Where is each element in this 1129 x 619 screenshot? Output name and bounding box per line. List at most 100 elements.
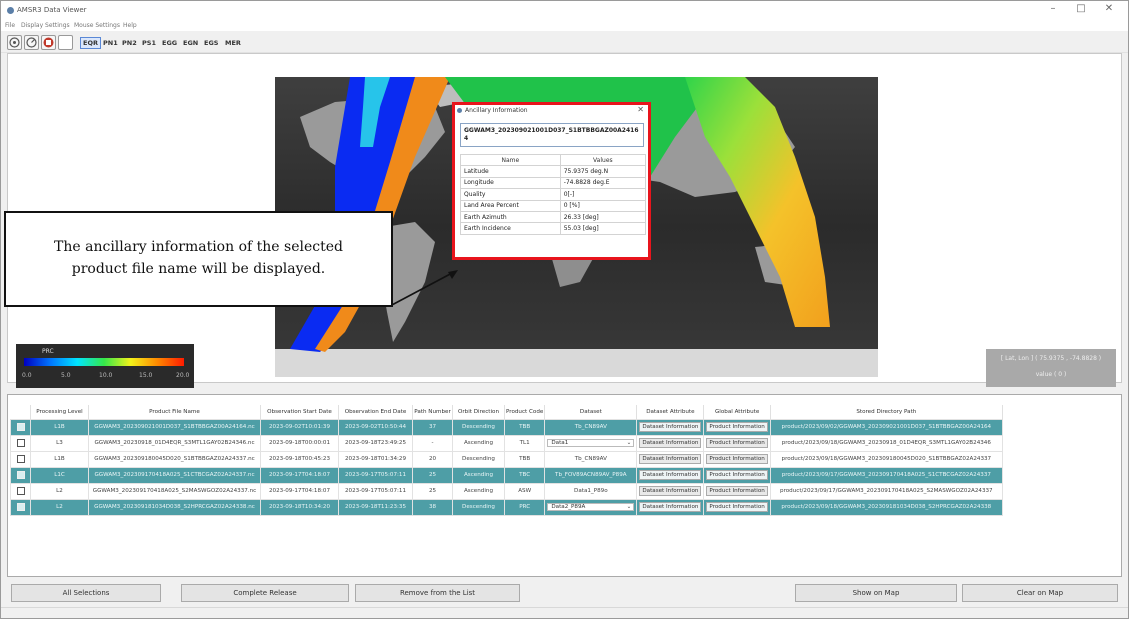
col-path-number[interactable]: Path Number — [412, 405, 453, 419]
row-checkbox[interactable] — [16, 455, 25, 463]
orbit-direction-cell: Ascending — [452, 482, 505, 500]
row-checkbox[interactable] — [16, 487, 25, 495]
chevron-down-icon[interactable]: ⌄ — [627, 504, 632, 510]
close-button[interactable]: ✕ — [1097, 3, 1121, 14]
product-information-button[interactable]: Product Information — [706, 438, 768, 448]
ancillary-close-button[interactable]: ✕ — [637, 105, 644, 114]
menu-display-settings[interactable]: Display Settings — [21, 22, 70, 29]
minimize-button[interactable]: – — [1041, 3, 1065, 14]
menu-file[interactable]: File — [5, 22, 15, 29]
show-on-map-button[interactable]: Show on Map — [795, 584, 957, 602]
product-information-button[interactable]: Product Information — [706, 454, 768, 464]
dataset-cell[interactable]: Data1_P89o — [544, 482, 638, 500]
processing-level-cell: L1B — [30, 450, 89, 468]
col-observation-end[interactable]: Observation End Date — [338, 405, 413, 419]
col-global-attribute[interactable]: Global Attribute — [703, 405, 771, 419]
processing-level-cell: L1B — [30, 418, 89, 436]
app-icon — [7, 7, 14, 14]
dataset-dropdown[interactable]: Data2_P89A ⌄ — [547, 503, 635, 511]
col-processing-level[interactable]: Processing Level — [30, 405, 89, 419]
product-information-button[interactable]: Product Information — [706, 470, 768, 480]
remove-from-list-button[interactable]: Remove from the List — [355, 584, 520, 602]
product-file-name-cell: GGWAM3_202309170418A025_S1CTBCGAZ02A2433… — [88, 466, 261, 484]
observation-start-cell: 2023-09-17T04:18:07 — [260, 482, 339, 500]
row-checkbox-cell[interactable] — [10, 498, 31, 516]
rotate-icon[interactable] — [24, 35, 39, 50]
blank-icon[interactable] — [58, 35, 73, 50]
row-checkbox-cell[interactable] — [10, 450, 31, 468]
proj-egg-button[interactable]: EGG — [161, 39, 178, 47]
row-checkbox-cell[interactable] — [10, 418, 31, 436]
product-code-cell: TBB — [503, 418, 546, 436]
col-dataset-attribute[interactable]: Dataset Attribute — [636, 405, 705, 419]
all-selections-button[interactable]: All Selections — [11, 584, 161, 602]
product-information-button[interactable]: Product Information — [706, 422, 768, 432]
dataset-value: Tb_FOV89ACN89AV_P89A — [555, 472, 627, 478]
proj-eqr-button[interactable]: EQR — [80, 37, 101, 49]
row-checkbox[interactable] — [16, 471, 25, 479]
product-file-name-cell: GGWAM3_202309181034D038_S2HPRCGAZ02A2433… — [88, 498, 261, 516]
proj-pn2-button[interactable]: PN2 — [121, 39, 138, 47]
dataset-information-button[interactable]: Dataset Information — [639, 422, 702, 432]
clear-on-map-button[interactable]: Clear on Map — [962, 584, 1118, 602]
ancillary-row-value: 0 [%] — [559, 199, 647, 212]
dataset-information-button[interactable]: Dataset Information — [639, 470, 702, 480]
path-number-cell: - — [412, 434, 453, 452]
zoom-icon[interactable] — [7, 35, 22, 50]
dataset-information-button[interactable]: Dataset Information — [639, 454, 702, 464]
ancillary-table: Name Values Latitude 75.9375 deg.N Longitu… — [460, 153, 647, 235]
dataset-attribute-cell: Dataset Information — [636, 418, 705, 436]
stop-icon[interactable] — [41, 35, 56, 50]
col-dataset[interactable]: Dataset — [544, 405, 638, 419]
row-checkbox[interactable] — [16, 503, 25, 511]
colorbar-tick: 10.0 — [99, 372, 113, 379]
table-row[interactable]: L1B GGWAM3_202309021001D037_S1BTBBGAZ00A2… — [10, 418, 1003, 436]
dataset-cell[interactable]: Data1 ⌄ — [544, 434, 638, 452]
observation-end-cell: 2023-09-02T10:50:44 — [338, 418, 413, 436]
row-checkbox-cell[interactable] — [10, 482, 31, 500]
maximize-button[interactable]: □ — [1069, 3, 1093, 14]
col-stored-directory[interactable]: Stored Directory Path — [770, 405, 1003, 419]
dataset-information-button[interactable]: Dataset Information — [639, 486, 702, 496]
dataset-cell[interactable]: Tb_CN89AV — [544, 450, 638, 468]
row-checkbox[interactable] — [16, 439, 25, 447]
orbit-direction-cell: Ascending — [452, 434, 505, 452]
dataset-information-button[interactable]: Dataset Information — [639, 502, 702, 512]
dataset-cell[interactable]: Data2_P89A ⌄ — [544, 498, 638, 516]
ancillary-row-value: 0[-] — [559, 188, 647, 201]
proj-ps1-button[interactable]: PS1 — [141, 39, 157, 47]
col-product-code[interactable]: Product Code — [504, 405, 546, 419]
complete-release-button[interactable]: Complete Release — [181, 584, 349, 602]
chevron-down-icon[interactable]: ⌄ — [627, 440, 632, 446]
product-file-name-cell: GGWAM3_202309180045D020_S1BTBBGAZ02A2433… — [88, 450, 261, 468]
table-row[interactable]: L2 GGWAM3_202309170418A025_S2MASWGOZ02A24… — [10, 482, 1003, 500]
proj-egn-button[interactable]: EGN — [182, 39, 199, 47]
col-orbit-direction[interactable]: Orbit Direction — [452, 405, 505, 419]
table-row[interactable]: L1C GGWAM3_202309170418A025_S1CTBCGAZ02A2… — [10, 466, 1003, 484]
row-checkbox[interactable] — [16, 423, 25, 431]
menu-help[interactable]: Help — [123, 22, 137, 29]
menu-mouse-settings[interactable]: Mouse Settings — [74, 22, 120, 29]
table-row[interactable]: L3 GGWAM3_20230918_01D4EQR_S3MTL1GAY02B24… — [10, 434, 1003, 452]
ancillary-row: Earth Azimuth 26.33 [deg] — [460, 210, 647, 224]
row-checkbox-cell[interactable] — [10, 434, 31, 452]
proj-pn1-button[interactable]: PN1 — [102, 39, 119, 47]
dataset-cell[interactable]: Tb_CN89AV — [544, 418, 638, 436]
dataset-cell[interactable]: Tb_FOV89ACN89AV_P89A — [544, 466, 638, 484]
table-row[interactable]: L1B GGWAM3_202309180045D020_S1BTBBGAZ02A2… — [10, 450, 1003, 468]
table-row[interactable]: L2 GGWAM3_202309181034D038_S2HPRCGAZ02A24… — [10, 498, 1003, 516]
col-observation-start[interactable]: Observation Start Date — [260, 405, 339, 419]
colorbar-tick: 20.0 — [176, 372, 190, 379]
product-information-button[interactable]: Product Information — [706, 502, 768, 512]
proj-egs-button[interactable]: EGS — [203, 39, 219, 47]
dataset-information-button[interactable]: Dataset Information — [639, 438, 702, 448]
antarctica-land — [275, 349, 878, 377]
stored-directory-cell: product/2023/09/18/GGWAM3_202309181034D0… — [769, 498, 1003, 516]
col-product-file-name[interactable]: Product File Name — [88, 405, 261, 419]
proj-mer-button[interactable]: MER — [224, 39, 242, 47]
title-bar: AMSR3 Data Viewer – □ ✕ — [1, 1, 1128, 21]
product-information-button[interactable]: Product Information — [706, 486, 768, 496]
observation-start-cell: 2023-09-02T10:01:39 — [260, 418, 339, 436]
dataset-dropdown[interactable]: Data1 ⌄ — [547, 439, 635, 447]
row-checkbox-cell[interactable] — [10, 466, 31, 484]
